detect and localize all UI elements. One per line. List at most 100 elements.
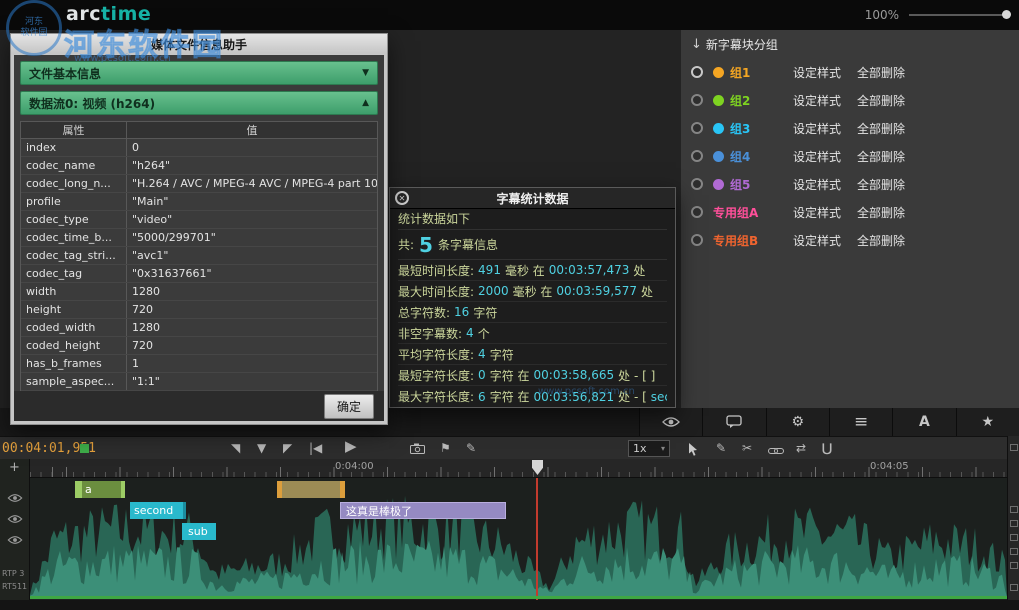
group-radio[interactable] [691,94,703,106]
delete-all-button[interactable]: 全部删除 [857,232,905,249]
bookmark-flag-icon[interactable]: ⚑ [440,441,451,455]
timeline-side-strip [1007,436,1019,600]
ruler-major-ticks [30,467,1007,477]
pen-icon[interactable]: ✎ [466,441,476,455]
status-indicator [80,444,89,453]
magnet-snap-icon[interactable]: ⋃ [822,441,832,455]
prop-key: sample_aspec... [21,373,127,390]
subtitle-block[interactable]: sub [182,523,216,540]
tab-list[interactable]: ≡ [829,408,892,436]
stats-row: 非空字幕数:4个 [398,323,667,344]
stats-row: 最大时间长度:2000毫秒 在00:03:59,577处 [398,281,667,302]
stats-row: 总字符数:16字符 [398,302,667,323]
table-row[interactable]: codec_tag"0x31637661" [21,265,377,283]
set-style-button[interactable]: 设定样式 [793,120,841,137]
prev-frame-icon[interactable]: |◀ [309,441,322,455]
timeline-option-icon[interactable] [1010,520,1018,527]
marker-add-icon[interactable]: ▼ [257,441,266,455]
table-row[interactable]: codec_tag_stri..."avc1" [21,247,377,265]
table-row[interactable]: coded_height720 [21,337,377,355]
track-visibility-toggle[interactable] [7,509,23,528]
table-row[interactable]: profile"Main" [21,193,377,211]
set-style-button[interactable]: 设定样式 [793,204,841,221]
stats-intro: 统计数据如下 [398,209,667,230]
stat-unit: 毫秒 在 [513,283,553,300]
delete-all-button[interactable]: 全部删除 [857,204,905,221]
timeline-ruler[interactable]: 0:04:00 0:04:05 [30,459,1007,478]
close-icon[interactable]: ✕ [395,191,409,205]
track-label: RTP 3 [2,569,24,578]
stat-time: 00:03:58,665 [534,368,615,382]
scissors-icon[interactable]: ✂ [742,441,752,455]
tab-settings[interactable]: ⚙ [766,408,829,436]
timeline-option-icon[interactable] [1010,534,1018,541]
table-row[interactable]: index0 [21,139,377,157]
ok-button[interactable]: 确定 [324,394,374,419]
timeline-option-icon[interactable] [1010,506,1018,513]
stats-dialog-title-bar[interactable]: ✕ 字幕统计数据 [390,188,675,209]
set-style-button[interactable]: 设定样式 [793,232,841,249]
pointer-tool-icon[interactable] [688,442,698,459]
set-style-button[interactable]: 设定样式 [793,148,841,165]
set-style-button[interactable]: 设定样式 [793,92,841,109]
table-row[interactable]: codec_type"video" [21,211,377,229]
subtitle-block[interactable]: a [75,481,125,498]
group-radio[interactable] [691,66,703,78]
set-style-button[interactable]: 设定样式 [793,64,841,81]
playback-speed-select[interactable]: 1x ▾ [628,440,670,457]
link-icon[interactable] [768,444,784,458]
track-visibility-toggle[interactable] [7,530,23,549]
delete-all-button[interactable]: 全部删除 [857,120,905,137]
property-table: index0 codec_name"h264" codec_long_n..."… [20,139,378,391]
delete-all-button[interactable]: 全部删除 [857,148,905,165]
add-track-button[interactable]: + [9,460,20,475]
track-visibility-toggle[interactable] [7,488,23,507]
subtitle-block[interactable]: 这真是棒极了 [340,502,506,519]
table-row[interactable]: codec_long_n..."H.264 / AVC / MPEG-4 AVC… [21,175,377,193]
stat-number: 16 [454,305,469,319]
set-style-button[interactable]: 设定样式 [793,176,841,193]
group-radio[interactable] [691,150,703,162]
zoom-slider-knob[interactable] [1002,10,1011,19]
tab-subtitle-comment[interactable] [702,408,765,436]
delete-all-button[interactable]: 全部删除 [857,64,905,81]
play-icon[interactable]: ▶ [345,439,357,453]
table-row[interactable]: width1280 [21,283,377,301]
chevron-up-icon: ▲ [362,98,369,108]
group-radio[interactable] [691,234,703,246]
timeline-option-icon[interactable] [1010,444,1018,451]
group-radio[interactable] [691,206,703,218]
camera-icon[interactable] [410,443,425,457]
tab-effects[interactable]: ★ [956,408,1019,436]
stat-label: 最短时间长度: [398,262,474,279]
edit-pencil-icon[interactable]: ✎ [716,441,726,455]
table-row[interactable]: sample_aspec..."1:1" [21,373,377,391]
table-row[interactable]: codec_time_b..."5000/299701" [21,229,377,247]
horizontal-scrollbar[interactable] [30,596,1007,599]
marker-out-icon[interactable]: ◤ [283,441,292,455]
subtitle-block[interactable]: second [130,502,186,519]
subtitle-block[interactable] [277,481,345,498]
zoom-slider[interactable] [909,14,1009,16]
group-radio[interactable] [691,178,703,190]
section-video-stream[interactable]: 数据流0: 视频 (h264) ▲ [20,91,378,115]
swap-arrows-icon[interactable]: ⇄ [796,441,806,455]
table-row[interactable]: coded_width1280 [21,319,377,337]
table-row[interactable]: has_b_frames1 [21,355,377,373]
timeline-option-icon[interactable] [1010,584,1018,591]
table-row[interactable]: height720 [21,301,377,319]
prop-key: codec_time_b... [21,229,127,246]
media-info-dialog-title[interactable]: 媒体文件信息助手 [11,34,387,54]
table-row[interactable]: codec_name"h264" [21,157,377,175]
timeline-option-icon[interactable] [1010,548,1018,555]
delete-all-button[interactable]: 全部删除 [857,92,905,109]
timeline-tracks-area[interactable]: a second 这真是棒极了 sub [30,478,1007,600]
total-label: 共: [398,236,414,253]
tab-font[interactable]: A [892,408,955,436]
group-radio[interactable] [691,122,703,134]
delete-all-button[interactable]: 全部删除 [857,176,905,193]
timeline-option-icon[interactable] [1010,562,1018,569]
section-basic-info[interactable]: 文件基本信息 ▼ [20,61,378,85]
marker-in-icon[interactable]: ◥ [231,441,240,455]
tab-preview[interactable] [639,408,702,436]
